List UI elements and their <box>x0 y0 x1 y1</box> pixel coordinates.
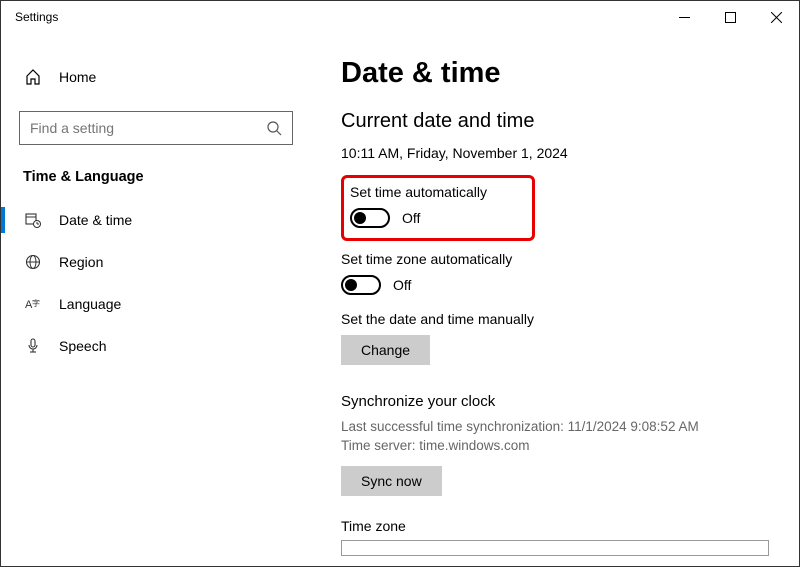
timezone-select[interactable] <box>341 540 769 556</box>
search-icon <box>267 121 282 136</box>
titlebar: Settings <box>1 1 799 33</box>
change-button[interactable]: Change <box>341 335 430 365</box>
language-icon: A字 <box>23 296 43 312</box>
sidebar-section-header: Time & Language <box>1 145 311 199</box>
calendar-clock-icon <box>23 212 43 228</box>
sync-heading: Synchronize your clock <box>341 393 769 410</box>
svg-text:字: 字 <box>32 298 40 308</box>
sync-section: Synchronize your clock Last successful t… <box>341 393 769 496</box>
sidebar-item-label: Language <box>59 296 121 312</box>
sidebar: Home Time & Language Date & time <box>1 33 311 566</box>
current-datetime-heading: Current date and time <box>341 110 769 133</box>
set-time-auto-label: Set time automatically <box>350 184 522 200</box>
maximize-button[interactable] <box>707 1 753 33</box>
set-tz-auto-block: Set time zone automatically Off <box>341 251 769 295</box>
set-time-auto-toggle[interactable] <box>350 208 390 228</box>
home-label: Home <box>59 69 96 85</box>
content-area: Home Time & Language Date & time <box>1 33 799 566</box>
close-button[interactable] <box>753 1 799 33</box>
sidebar-item-label: Speech <box>59 338 106 354</box>
sync-server-line: Time server: time.windows.com <box>341 437 769 456</box>
toggle-knob <box>345 279 357 291</box>
globe-icon <box>23 254 43 270</box>
set-tz-auto-toggle[interactable] <box>341 275 381 295</box>
sync-now-button[interactable]: Sync now <box>341 466 442 496</box>
minimize-button[interactable] <box>661 1 707 33</box>
manual-block: Set the date and time manually Change <box>341 311 769 365</box>
search-input[interactable] <box>30 120 267 136</box>
sidebar-item-date-time[interactable]: Date & time <box>1 199 311 241</box>
sync-details: Last successful time synchronization: 11… <box>341 418 769 456</box>
highlight-annotation: Set time automatically Off <box>341 175 535 241</box>
search-box[interactable] <box>19 111 293 145</box>
toggle-knob <box>354 212 366 224</box>
manual-label: Set the date and time manually <box>341 311 769 327</box>
microphone-icon <box>23 338 43 354</box>
home-icon <box>23 69 43 85</box>
set-tz-auto-state: Off <box>393 277 411 293</box>
sidebar-item-language[interactable]: A字 Language <box>1 283 311 325</box>
sidebar-item-region[interactable]: Region <box>1 241 311 283</box>
main-panel: Date & time Current date and time 10:11 … <box>311 33 799 566</box>
settings-window: Settings Home <box>0 0 800 567</box>
page-title: Date & time <box>341 57 769 90</box>
sidebar-item-label: Date & time <box>59 212 132 228</box>
home-nav[interactable]: Home <box>1 57 311 97</box>
set-time-auto-toggle-row: Off <box>350 208 522 228</box>
current-datetime-value: 10:11 AM, Friday, November 1, 2024 <box>341 145 769 161</box>
sync-last-line: Last successful time synchronization: 11… <box>341 418 769 437</box>
window-controls <box>661 1 799 33</box>
set-tz-auto-label: Set time zone automatically <box>341 251 769 267</box>
sidebar-item-label: Region <box>59 254 103 270</box>
sidebar-item-speech[interactable]: Speech <box>1 325 311 367</box>
nav-list: Date & time Region A字 Language <box>1 199 311 367</box>
timezone-label: Time zone <box>341 518 769 534</box>
set-time-auto-state: Off <box>402 210 420 226</box>
set-tz-auto-toggle-row: Off <box>341 275 769 295</box>
window-title: Settings <box>15 10 661 24</box>
